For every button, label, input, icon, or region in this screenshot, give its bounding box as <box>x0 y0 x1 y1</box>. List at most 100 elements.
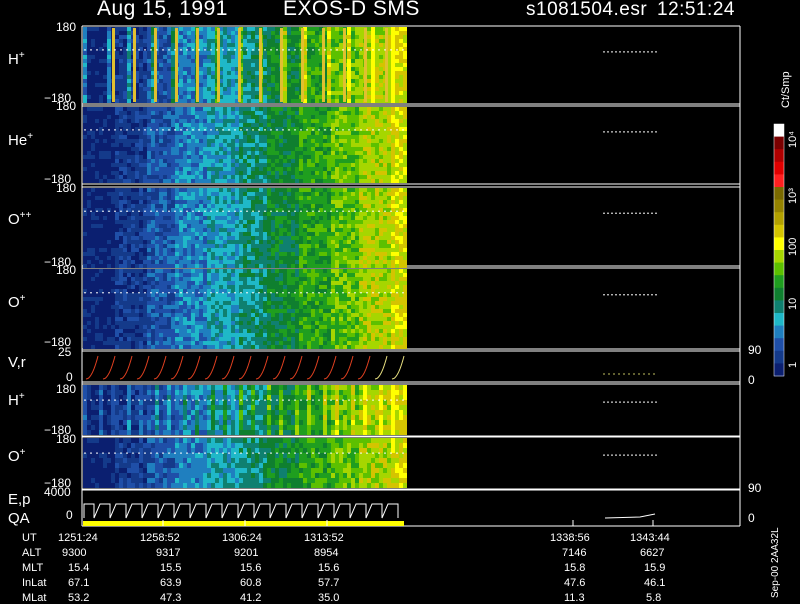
spectrogram-pixel <box>355 143 359 147</box>
segment-dot <box>603 51 605 52</box>
spectrogram-pixel <box>247 228 251 232</box>
spectrogram-pixel <box>231 224 235 228</box>
spectrogram-pixel <box>131 204 135 208</box>
spectrogram-pixel <box>179 151 183 155</box>
spectrogram-pixel <box>191 95 195 99</box>
spectrogram-pixel <box>95 240 99 244</box>
spectrogram-pixel <box>91 75 95 79</box>
spectrogram-pixel <box>351 147 355 151</box>
spectrogram-pixel <box>115 151 119 155</box>
spectrogram-pixel <box>107 171 111 175</box>
spectrogram-pixel <box>123 220 127 224</box>
spectrogram-pixel <box>143 252 147 256</box>
spectrogram-pixel <box>403 224 407 228</box>
spectrogram-pixel <box>367 167 371 171</box>
spectrogram-pixel <box>299 240 303 244</box>
spectrogram-pixel <box>371 159 375 163</box>
spectrogram-pixel <box>107 123 111 127</box>
spectrogram-pixel <box>247 252 251 256</box>
spectrogram-pixel <box>223 123 227 127</box>
spectrogram-pixel <box>119 188 123 192</box>
spectrogram-pixel <box>307 151 311 155</box>
spectrogram-pixel <box>91 297 95 301</box>
spectrogram-pixel <box>267 75 271 79</box>
spectrogram-pixel <box>339 264 343 268</box>
spectrogram-pixel <box>139 67 143 71</box>
spectrogram-pixel <box>327 220 331 224</box>
spectrogram-pixel <box>243 119 247 123</box>
spectrogram-pixel <box>99 228 103 232</box>
spectrogram-pixel <box>223 175 227 179</box>
spectrogram-pixel <box>163 155 167 159</box>
spectrogram-pixel <box>403 204 407 208</box>
spectrogram-pixel <box>383 167 387 171</box>
spectrogram-pixel <box>403 151 407 155</box>
spectrogram-pixel <box>359 260 363 264</box>
spectrogram-pixel <box>351 163 355 167</box>
spectrogram-pixel <box>95 204 99 208</box>
spectrogram-pixel <box>219 119 223 123</box>
spectrogram-pixel <box>267 196 271 200</box>
spectrogram-pixel <box>135 244 139 248</box>
spectrogram-pixel <box>371 139 375 143</box>
spectrogram-pixel <box>83 325 87 329</box>
spectrogram-pixel <box>279 220 283 224</box>
spectrogram-pixel <box>403 196 407 200</box>
spectrogram-pixel <box>207 71 211 75</box>
spectrogram-pixel <box>187 192 191 196</box>
spectrogram-pixel <box>371 216 375 220</box>
spectrogram-pixel <box>211 91 215 95</box>
spectrogram-pixel <box>315 204 319 208</box>
spectrogram-pixel <box>163 107 167 111</box>
spectrogram-pixel <box>351 91 355 95</box>
spectrogram-pixel <box>359 31 363 35</box>
spectrogram-pixel <box>159 59 163 63</box>
spectrogram-pixel <box>231 59 235 63</box>
spectrogram-pixel <box>95 281 99 285</box>
spectrogram-pixel <box>263 115 267 119</box>
spectrogram-pixel <box>327 135 331 139</box>
spectrogram-pixel <box>119 83 123 87</box>
spectrogram-pixel <box>203 31 207 35</box>
spectrogram-pixel <box>287 151 291 155</box>
spectrogram-pixel <box>187 167 191 171</box>
spectrogram-pixel <box>379 35 383 39</box>
spectrogram-pixel <box>291 35 295 39</box>
spectrogram-pixel <box>87 269 91 273</box>
spectrogram-pixel <box>275 83 279 87</box>
spectrogram-pixel <box>183 119 187 123</box>
spectrogram-pixel <box>187 196 191 200</box>
segment-dot <box>623 213 625 214</box>
spectrogram-pixel <box>103 224 107 228</box>
spectrogram-pixel <box>263 99 267 103</box>
spectrogram-pixel <box>295 155 299 159</box>
spectrogram-pixel <box>91 43 95 47</box>
spectrogram-pixel <box>391 135 395 139</box>
spectrogram-pixel <box>91 260 95 264</box>
spectrogram-pixel <box>147 252 151 256</box>
spectrogram-pixel <box>207 232 211 236</box>
spectrogram-pixel <box>247 244 251 248</box>
spectrogram-pixel <box>323 216 327 220</box>
spectrogram-pixel <box>139 163 143 167</box>
spectrogram-pixel <box>307 179 311 183</box>
spectrogram-pixel <box>375 35 379 39</box>
spectrogram-pixel <box>235 200 239 204</box>
spectrogram-pixel <box>283 175 287 179</box>
spectrogram-pixel <box>311 224 315 228</box>
spectrogram-pixel <box>215 252 219 256</box>
spectrogram-pixel <box>171 99 175 103</box>
spectrogram-pixel <box>227 220 231 224</box>
spectrogram-pixel <box>195 167 199 171</box>
spectrogram-pixel <box>367 143 371 147</box>
spectrogram-pixel <box>343 107 347 111</box>
spectrogram-pixel <box>199 39 203 43</box>
spectrogram-pixel <box>335 171 339 175</box>
spectrogram-pixel <box>207 220 211 224</box>
spectrogram-pixel <box>359 256 363 260</box>
spectrogram-pixel <box>83 111 87 115</box>
spectrogram-pixel <box>355 216 359 220</box>
spectrogram-pixel <box>275 167 279 171</box>
spectrogram-pixel <box>371 179 375 183</box>
spectrogram-pixel <box>91 264 95 268</box>
